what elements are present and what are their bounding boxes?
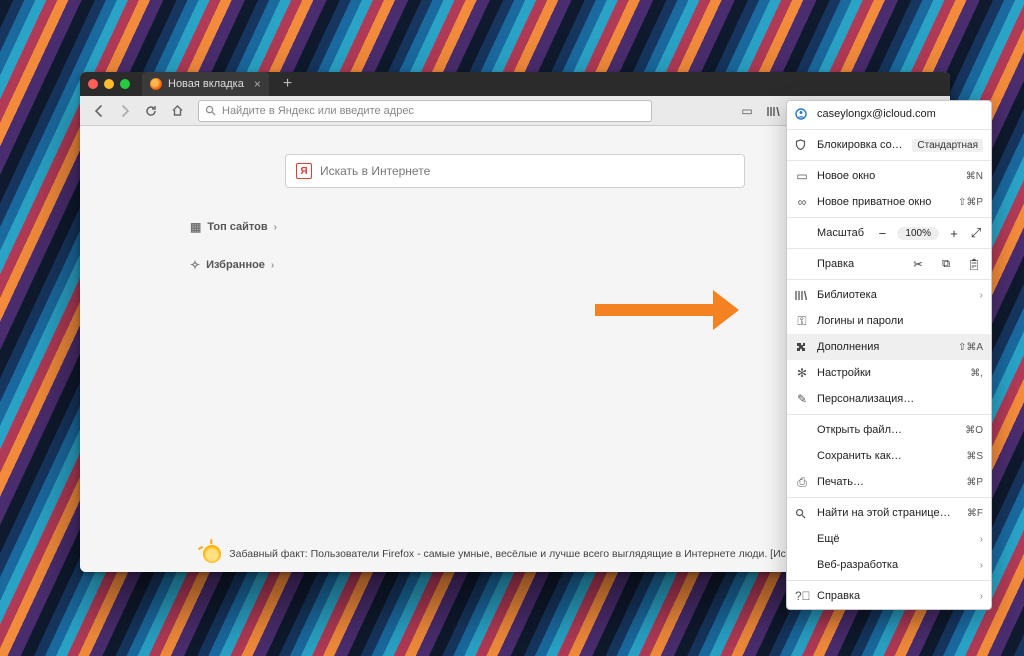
new-tab-button[interactable]: + — [275, 75, 300, 93]
url-bar[interactable]: Найдите в Яндекс или введите адрес — [198, 100, 652, 122]
minimize-window-button[interactable] — [104, 79, 114, 89]
chevron-right-icon: › — [980, 591, 983, 602]
lightbulb-icon — [203, 545, 221, 563]
shortcut: ⌘N — [966, 171, 983, 182]
menu-more-label: Ещё — [817, 533, 972, 545]
menu-webdev[interactable]: Веб-разработка › — [787, 552, 991, 578]
menu-account[interactable]: caseylongx@icloud.com — [787, 101, 991, 127]
web-search-box[interactable]: Я Искать в Интернете — [285, 154, 745, 188]
menu-addons[interactable]: Дополнения ⇧⌘A — [787, 334, 991, 360]
tab-title: Новая вкладка — [168, 78, 244, 90]
shortcut: ⌘S — [966, 451, 983, 462]
menu-addons-label: Дополнения — [817, 341, 950, 353]
chevron-right-icon: › — [980, 534, 983, 545]
shortcut: ⌘O — [965, 425, 983, 436]
shortcut: ⌘P — [966, 477, 983, 488]
chevron-right-icon: › — [271, 260, 274, 271]
paintbrush-icon: ✎ — [795, 392, 809, 406]
chevron-right-icon: › — [980, 290, 983, 301]
menu-help-label: Справка — [817, 590, 972, 602]
menu-save-as-label: Сохранить как… — [817, 450, 958, 462]
help-icon: ?⃝ — [795, 589, 809, 603]
sync-account-icon — [795, 108, 809, 120]
search-icon — [795, 508, 809, 519]
menu-customize-label: Персонализация… — [817, 393, 983, 405]
menu-edit-label: Правка — [795, 258, 903, 270]
gear-icon: ✻ — [795, 366, 809, 380]
web-search-placeholder: Искать в Интернете — [320, 164, 430, 178]
menu-print-label: Печать… — [817, 476, 958, 488]
shortcut: ⇧⌘P — [958, 197, 983, 208]
menu-find-label: Найти на этой странице… — [817, 507, 959, 519]
content-blocking-mode: Стандартная — [912, 139, 983, 152]
shortcut: ⌘, — [970, 368, 983, 379]
menu-logins[interactable]: ⚿ Логины и пароли — [787, 308, 991, 334]
zoom-window-button[interactable] — [120, 79, 130, 89]
home-button[interactable] — [166, 100, 188, 122]
tab-close-icon[interactable]: × — [254, 77, 261, 91]
menu-new-private-window[interactable]: ∞ Новое приватное окно ⇧⌘P — [787, 189, 991, 215]
window-icon: ▭ — [795, 169, 809, 183]
menu-zoom-label: Масштаб — [795, 227, 864, 239]
menu-new-window[interactable]: ▭ Новое окно ⌘N — [787, 163, 991, 189]
menu-account-label: caseylongx@icloud.com — [817, 108, 983, 120]
menu-open-file[interactable]: Открыть файл… ⌘O — [787, 417, 991, 443]
shortcut: ⇧⌘A — [958, 342, 983, 353]
menu-new-window-label: Новое окно — [817, 170, 958, 182]
shortcut: ⌘F — [967, 508, 983, 519]
star-icon: ✧ — [190, 258, 200, 272]
chevron-right-icon: › — [274, 222, 277, 233]
menu-library-label: Библиотека — [817, 289, 972, 301]
menu-find[interactable]: Найти на этой странице… ⌘F — [787, 500, 991, 526]
paste-icon[interactable]: 📋︎ — [967, 258, 981, 271]
printer-icon: ⎙ — [795, 475, 809, 490]
zoom-out-button[interactable]: − — [875, 226, 889, 241]
chevron-right-icon: › — [980, 560, 983, 571]
app-menu: caseylongx@icloud.com Блокировка содержи… — [786, 100, 992, 610]
menu-content-blocking[interactable]: Блокировка содержимого Стандартная — [787, 132, 991, 158]
menu-customize[interactable]: ✎ Персонализация… — [787, 386, 991, 412]
back-button[interactable] — [88, 100, 110, 122]
menu-webdev-label: Веб-разработка — [817, 559, 972, 571]
menu-zoom: Масштаб − 100% + ⤢ — [787, 220, 991, 246]
zoom-value: 100% — [897, 227, 939, 240]
forward-button[interactable] — [114, 100, 136, 122]
menu-help[interactable]: ?⃝ Справка › — [787, 583, 991, 609]
menu-open-file-label: Открыть файл… — [817, 424, 957, 436]
library-icon — [795, 290, 809, 301]
key-icon: ⚿ — [795, 314, 809, 329]
favorites-label: Избранное — [206, 259, 265, 271]
menu-edit: Правка ✂ ⧉ 📋︎ — [787, 251, 991, 277]
mask-icon: ∞ — [795, 195, 809, 209]
search-icon — [205, 105, 216, 116]
menu-settings-label: Настройки — [817, 367, 962, 379]
reader-icon[interactable]: ▭ — [736, 100, 758, 122]
copy-icon[interactable]: ⧉ — [939, 258, 953, 271]
tab-strip: Новая вкладка × + — [80, 72, 950, 96]
tab-new[interactable]: Новая вкладка × — [142, 72, 269, 96]
puzzle-icon — [795, 341, 809, 353]
cut-icon[interactable]: ✂ — [911, 258, 925, 271]
menu-more[interactable]: Ещё › — [787, 526, 991, 552]
menu-new-private-label: Новое приватное окно — [817, 196, 950, 208]
menu-settings[interactable]: ✻ Настройки ⌘, — [787, 360, 991, 386]
menu-library[interactable]: Библиотека › — [787, 282, 991, 308]
yandex-icon: Я — [296, 163, 312, 179]
grid-icon: ▦ — [190, 220, 201, 234]
shield-icon — [795, 139, 809, 151]
fun-fact-text: Забавный факт: Пользователи Firefox - са… — [229, 548, 826, 560]
firefox-icon — [150, 78, 162, 90]
library-icon[interactable] — [762, 100, 784, 122]
close-window-button[interactable] — [88, 79, 98, 89]
menu-content-blocking-label: Блокировка содержимого — [817, 139, 904, 151]
window-controls — [88, 79, 136, 89]
fullscreen-button[interactable]: ⤢ — [969, 225, 983, 241]
menu-save-as[interactable]: Сохранить как… ⌘S — [787, 443, 991, 469]
menu-logins-label: Логины и пароли — [817, 315, 983, 327]
menu-print[interactable]: ⎙ Печать… ⌘P — [787, 469, 991, 495]
zoom-in-button[interactable]: + — [947, 226, 961, 241]
top-sites-label: Топ сайтов — [207, 221, 267, 233]
url-placeholder: Найдите в Яндекс или введите адрес — [222, 105, 414, 117]
reload-button[interactable] — [140, 100, 162, 122]
